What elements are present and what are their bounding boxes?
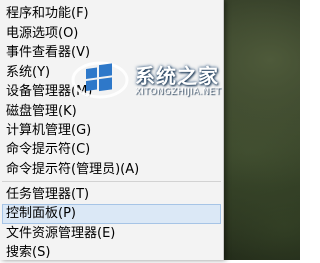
menu-item-control-panel[interactable]: 控制面板(P) <box>2 204 221 224</box>
menu-item-event-viewer[interactable]: 事件查看器(V) <box>2 43 221 63</box>
menu-item-command-prompt[interactable]: 命令提示符(C) <box>2 140 221 160</box>
menu-item-search[interactable]: 搜索(S) <box>2 243 221 263</box>
menu-item-computer-management[interactable]: 计算机管理(G) <box>2 121 221 141</box>
menu-separator <box>2 181 221 182</box>
winx-context-menu: 程序和功能(F) 电源选项(O) 事件查看器(V) 系统(Y) 设备管理器(M)… <box>0 0 224 260</box>
menu-item-disk-management[interactable]: 磁盘管理(K) <box>2 102 221 122</box>
menu-item-task-manager[interactable]: 任务管理器(T) <box>2 185 221 205</box>
menu-item-command-prompt-admin[interactable]: 命令提示符(管理员)(A) <box>2 160 221 180</box>
menu-item-system[interactable]: 系统(Y) <box>2 63 221 83</box>
menu-item-device-manager[interactable]: 设备管理器(M) <box>2 82 221 102</box>
menu-item-power-options[interactable]: 电源选项(O) <box>2 24 221 44</box>
menu-item-file-explorer[interactable]: 文件资源管理器(E) <box>2 224 221 244</box>
menu-item-programs-features[interactable]: 程序和功能(F) <box>2 4 221 24</box>
